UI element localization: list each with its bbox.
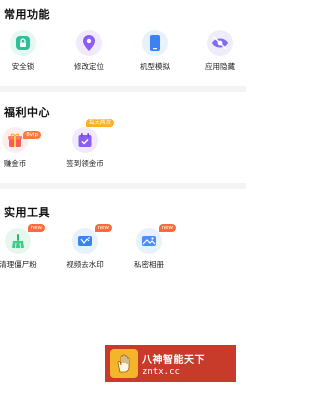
feature-label: 修改定位 xyxy=(74,62,104,71)
section-title-tools: 实用工具 xyxy=(4,206,50,219)
daily-badge: 每天两次 xyxy=(85,119,114,127)
feature-change-location[interactable]: 修改定位 xyxy=(59,30,119,72)
tool-clean-zombie-fans[interactable]: new 清理僵尸粉 xyxy=(0,224,48,270)
tool-private-album[interactable]: new 私密相册 xyxy=(119,224,179,270)
watermark-text: 八神智能天下 zntx.cc xyxy=(142,351,205,377)
photo-album-icon: new xyxy=(136,224,176,254)
location-pin-icon xyxy=(76,30,102,56)
section-divider xyxy=(0,183,246,189)
vip-badge: 8vip xyxy=(23,131,41,139)
welfare-label: 签到领金币 xyxy=(66,159,104,168)
tool-video-remove-watermark[interactable]: new 视频去水印 xyxy=(55,224,115,270)
feature-label: 安全锁 xyxy=(11,62,35,71)
feature-safe-lock[interactable]: 安全锁 xyxy=(0,30,53,72)
lock-icon xyxy=(10,30,36,56)
feature-label: 机型模拟 xyxy=(140,62,170,71)
new-badge: new xyxy=(94,224,112,232)
tool-label: 私密相册 xyxy=(134,260,164,269)
new-badge: new xyxy=(158,224,176,232)
calendar-check-icon: 每天两次 xyxy=(72,119,114,153)
feature-app-hide[interactable]: 应用隐藏 xyxy=(190,30,250,72)
section-title-welfare: 福利中心 xyxy=(4,106,50,119)
hand-logo-icon xyxy=(110,349,138,378)
welfare-checkin-coins[interactable]: 每天两次 签到领金币 xyxy=(55,119,115,169)
welfare-earn-coins[interactable]: 8vip 赚金币 xyxy=(0,127,45,169)
video-watermark-icon: new xyxy=(72,224,112,254)
section-title-common: 常用功能 xyxy=(4,8,50,21)
feature-label: 应用隐藏 xyxy=(205,62,235,71)
feature-device-simulate[interactable]: 机型模拟 xyxy=(125,30,185,72)
watermark-url: zntx.cc xyxy=(142,366,180,377)
phone-icon xyxy=(142,30,168,56)
gift-box-icon: 8vip xyxy=(2,127,41,153)
welfare-label: 赚金币 xyxy=(3,159,27,168)
watermark-title: 八神智能天下 xyxy=(142,354,205,366)
broom-icon: new xyxy=(5,224,45,254)
section-divider xyxy=(0,86,246,92)
tool-label: 视频去水印 xyxy=(66,260,104,269)
eye-hidden-icon xyxy=(207,30,233,56)
watermark-banner: 八神智能天下 zntx.cc xyxy=(105,345,236,382)
tool-label: 清理僵尸粉 xyxy=(0,260,37,269)
new-badge: new xyxy=(27,224,45,232)
